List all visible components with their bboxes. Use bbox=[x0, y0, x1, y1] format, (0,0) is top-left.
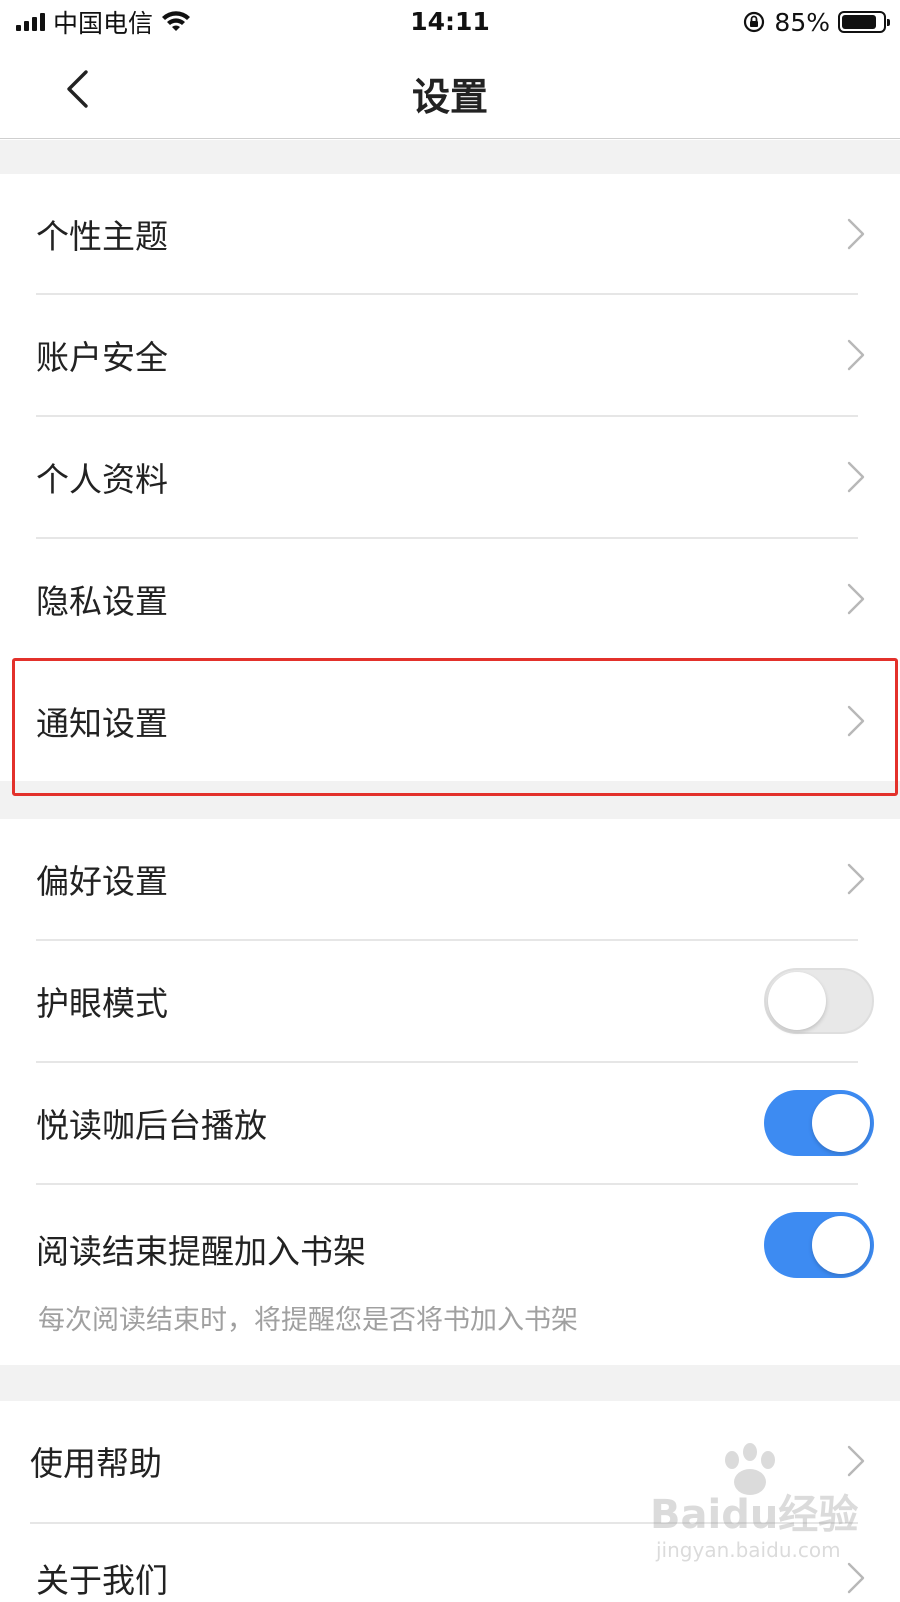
row-eye-protection: 护眼模式 bbox=[0, 941, 900, 1061]
bookshelf-reminder-toggle[interactable] bbox=[764, 1212, 874, 1278]
chevron-right-icon bbox=[846, 583, 866, 615]
battery-percent: 85% bbox=[774, 8, 830, 37]
row-notifications[interactable]: 通知设置 bbox=[0, 661, 900, 781]
row-label: 护眼模式 bbox=[36, 977, 168, 1025]
row-label: 个性主题 bbox=[36, 210, 168, 258]
eye-protection-toggle[interactable] bbox=[764, 968, 874, 1034]
row-privacy[interactable]: 隐私设置 bbox=[0, 539, 900, 659]
row-label: 关于我们 bbox=[36, 1554, 168, 1602]
row-label: 悦读咖后台播放 bbox=[36, 1099, 267, 1147]
nav-bar: 设置 bbox=[0, 44, 900, 139]
row-about[interactable]: 关于我们 bbox=[0, 1524, 900, 1600]
toggle-knob bbox=[768, 972, 826, 1030]
status-bar: 中国电信 14:11 85% bbox=[0, 0, 900, 44]
row-label: 隐私设置 bbox=[36, 575, 168, 623]
chevron-right-icon bbox=[846, 218, 866, 250]
background-play-toggle[interactable] bbox=[764, 1090, 874, 1156]
row-description: 每次阅读结束时，将提醒您是否将书加入书架 bbox=[38, 1298, 578, 1337]
toggle-knob bbox=[812, 1094, 870, 1152]
rotation-lock-icon bbox=[742, 10, 766, 34]
chevron-right-icon bbox=[846, 339, 866, 371]
row-help[interactable]: 使用帮助 bbox=[0, 1401, 900, 1521]
battery-icon bbox=[838, 11, 886, 33]
chevron-right-icon bbox=[846, 1562, 866, 1594]
chevron-right-icon bbox=[846, 461, 866, 493]
row-profile[interactable]: 个人资料 bbox=[0, 417, 900, 537]
row-label: 偏好设置 bbox=[36, 855, 168, 903]
row-label: 账户安全 bbox=[36, 331, 168, 379]
row-label: 个人资料 bbox=[36, 453, 168, 501]
row-label: 使用帮助 bbox=[30, 1437, 162, 1485]
row-label: 阅读结束提醒加入书架 bbox=[36, 1225, 366, 1273]
row-account-security[interactable]: 账户安全 bbox=[0, 295, 900, 415]
chevron-right-icon bbox=[846, 863, 866, 895]
chevron-right-icon bbox=[846, 1445, 866, 1477]
row-label: 通知设置 bbox=[36, 697, 168, 745]
page-title: 设置 bbox=[0, 66, 900, 121]
section-gap bbox=[0, 1365, 900, 1401]
toggle-knob bbox=[812, 1216, 870, 1274]
row-background-play: 悦读咖后台播放 bbox=[0, 1063, 900, 1183]
status-right: 85% bbox=[742, 6, 886, 38]
section-gap bbox=[0, 781, 900, 819]
row-theme[interactable]: 个性主题 bbox=[0, 174, 900, 294]
chevron-right-icon bbox=[846, 705, 866, 737]
row-bookshelf-reminder: 阅读结束提醒加入书架 每次阅读结束时，将提醒您是否将书加入书架 bbox=[0, 1185, 900, 1365]
row-preferences[interactable]: 偏好设置 bbox=[0, 819, 900, 939]
section-gap bbox=[0, 140, 900, 174]
